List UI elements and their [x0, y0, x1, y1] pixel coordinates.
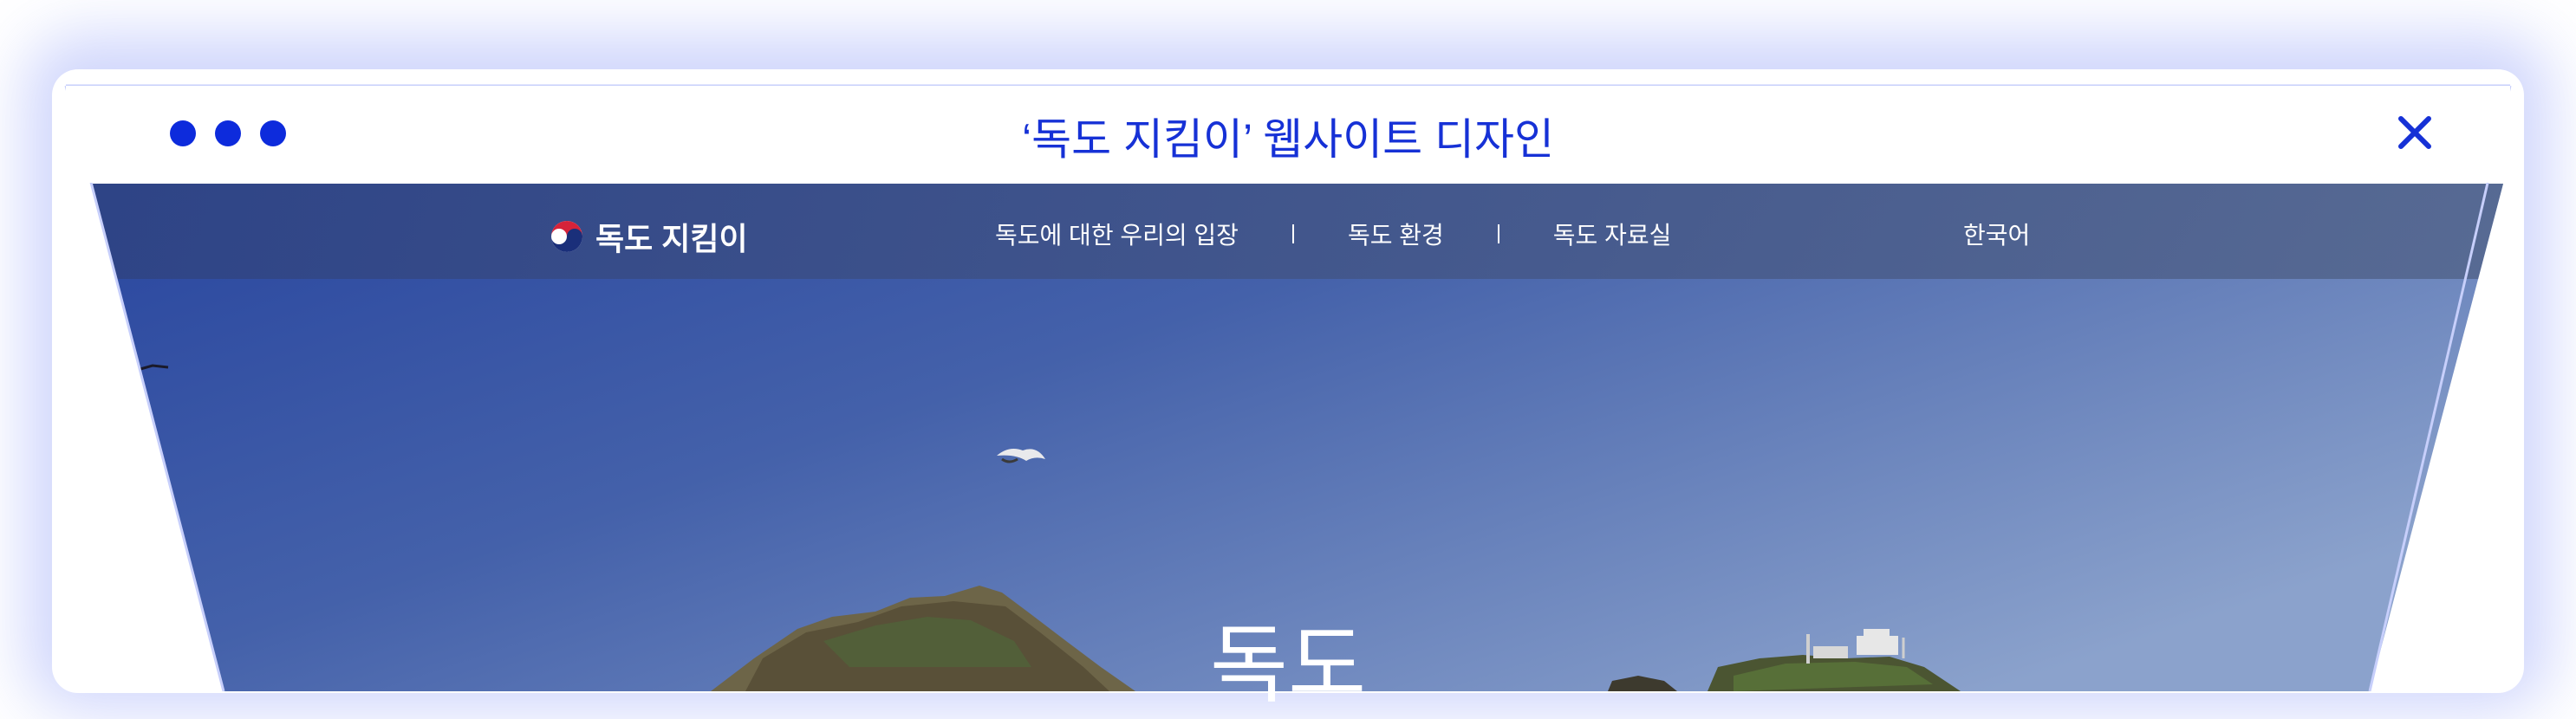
- taegeuk-icon: [551, 221, 582, 252]
- main-nav: 독도에 대한 우리의 입장 독도 환경 독도 자료실: [995, 217, 1671, 251]
- nav-item-environment[interactable]: 독도 환경: [1348, 217, 1444, 251]
- nav-item-archive[interactable]: 독도 자료실: [1553, 217, 1672, 251]
- close-icon[interactable]: [2391, 108, 2439, 157]
- nav-separator: [1291, 224, 1294, 243]
- site-logo[interactable]: 독도 지킴이: [550, 214, 748, 259]
- hero-title: 독도: [1209, 616, 1367, 715]
- window-title: ‘독도 지킴이’ 웹사이트 디자인: [1021, 115, 1555, 164]
- logo-text: 독도 지킴이: [595, 221, 748, 256]
- window-titlebar: ‘독도 지킴이’ 웹사이트 디자인: [66, 86, 2510, 183]
- language-selector[interactable]: 한국어: [1963, 217, 2030, 251]
- nav-separator: [1497, 224, 1499, 243]
- nav-item-position[interactable]: 독도에 대한 우리의 입장: [995, 217, 1239, 251]
